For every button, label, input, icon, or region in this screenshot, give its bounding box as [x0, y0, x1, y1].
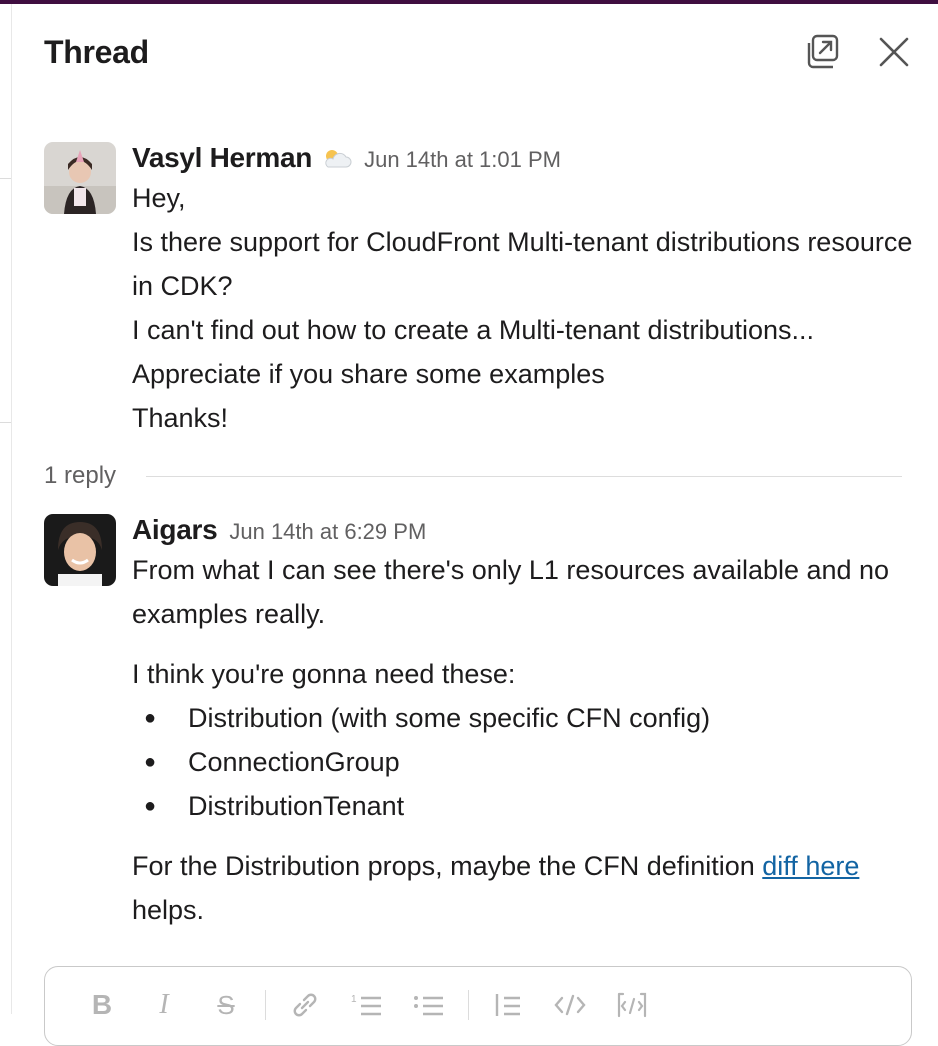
divider — [146, 476, 902, 477]
author-name[interactable]: Vasyl Herman — [132, 142, 312, 174]
timestamp[interactable]: Jun 14th at 1:01 PM — [364, 147, 561, 173]
thread-title: Thread — [44, 34, 149, 70]
toolbar-separator — [265, 990, 266, 1020]
popout-button[interactable] — [800, 30, 844, 74]
window-top-bar — [0, 0, 938, 4]
ordered-list-icon[interactable]: 1 — [336, 985, 398, 1025]
sun-behind-cloud-icon — [320, 147, 352, 169]
bulleted-list-icon[interactable] — [398, 985, 460, 1025]
divider-tick — [0, 422, 11, 423]
popout-icon — [807, 34, 839, 69]
paragraph-text: helps. — [132, 895, 205, 925]
blockquote-icon[interactable] — [477, 985, 539, 1025]
left-pane-edge — [0, 4, 12, 1014]
avatar[interactable] — [44, 142, 116, 214]
message-line: Thanks! — [132, 403, 229, 433]
italic-icon[interactable]: I — [133, 985, 195, 1025]
close-icon — [879, 37, 909, 67]
link-icon[interactable] — [274, 985, 336, 1025]
message-line: Is there support for CloudFront Multi-te… — [132, 227, 913, 301]
toolbar-separator — [468, 990, 469, 1020]
paragraph-text: For the Distribution props, maybe the CF… — [132, 851, 763, 881]
author-name[interactable]: Aigars — [132, 514, 218, 546]
strikethrough-icon[interactable]: S — [195, 985, 257, 1025]
divider-tick — [0, 178, 11, 179]
code-block-icon[interactable] — [601, 985, 663, 1025]
message-composer[interactable]: B I S 1 — [44, 966, 912, 1046]
thread-header: Thread — [44, 30, 914, 80]
list-item: DistributionTenant — [132, 784, 922, 828]
bulleted-list: Distribution (with some specific CFN con… — [132, 696, 922, 828]
avatar[interactable] — [44, 514, 116, 586]
formatting-toolbar: B I S 1 — [71, 985, 663, 1025]
code-icon[interactable] — [539, 985, 601, 1025]
list-item: Distribution (with some specific CFN con… — [132, 696, 922, 740]
close-button[interactable] — [872, 30, 916, 74]
message-paragraph: From what I can see there's only L1 reso… — [132, 555, 890, 629]
message-line: Appreciate if you share some examples — [132, 359, 605, 389]
bold-icon[interactable]: B — [71, 985, 133, 1025]
list-item: ConnectionGroup — [132, 740, 922, 784]
svg-text:1: 1 — [351, 994, 357, 1005]
replies-divider-row: 1 reply — [44, 460, 902, 494]
message-line: Hey, — [132, 183, 186, 213]
message-paragraph: I think you're gonna need these: — [132, 659, 516, 689]
reply-count: 1 reply — [44, 462, 139, 490]
diff-link[interactable]: diff here — [762, 851, 859, 881]
message-line: I can't find out how to create a Multi-t… — [132, 315, 815, 345]
timestamp[interactable]: Jun 14th at 6:29 PM — [229, 519, 426, 545]
message-paragraph: For the Distribution props, maybe the CF… — [132, 844, 902, 932]
